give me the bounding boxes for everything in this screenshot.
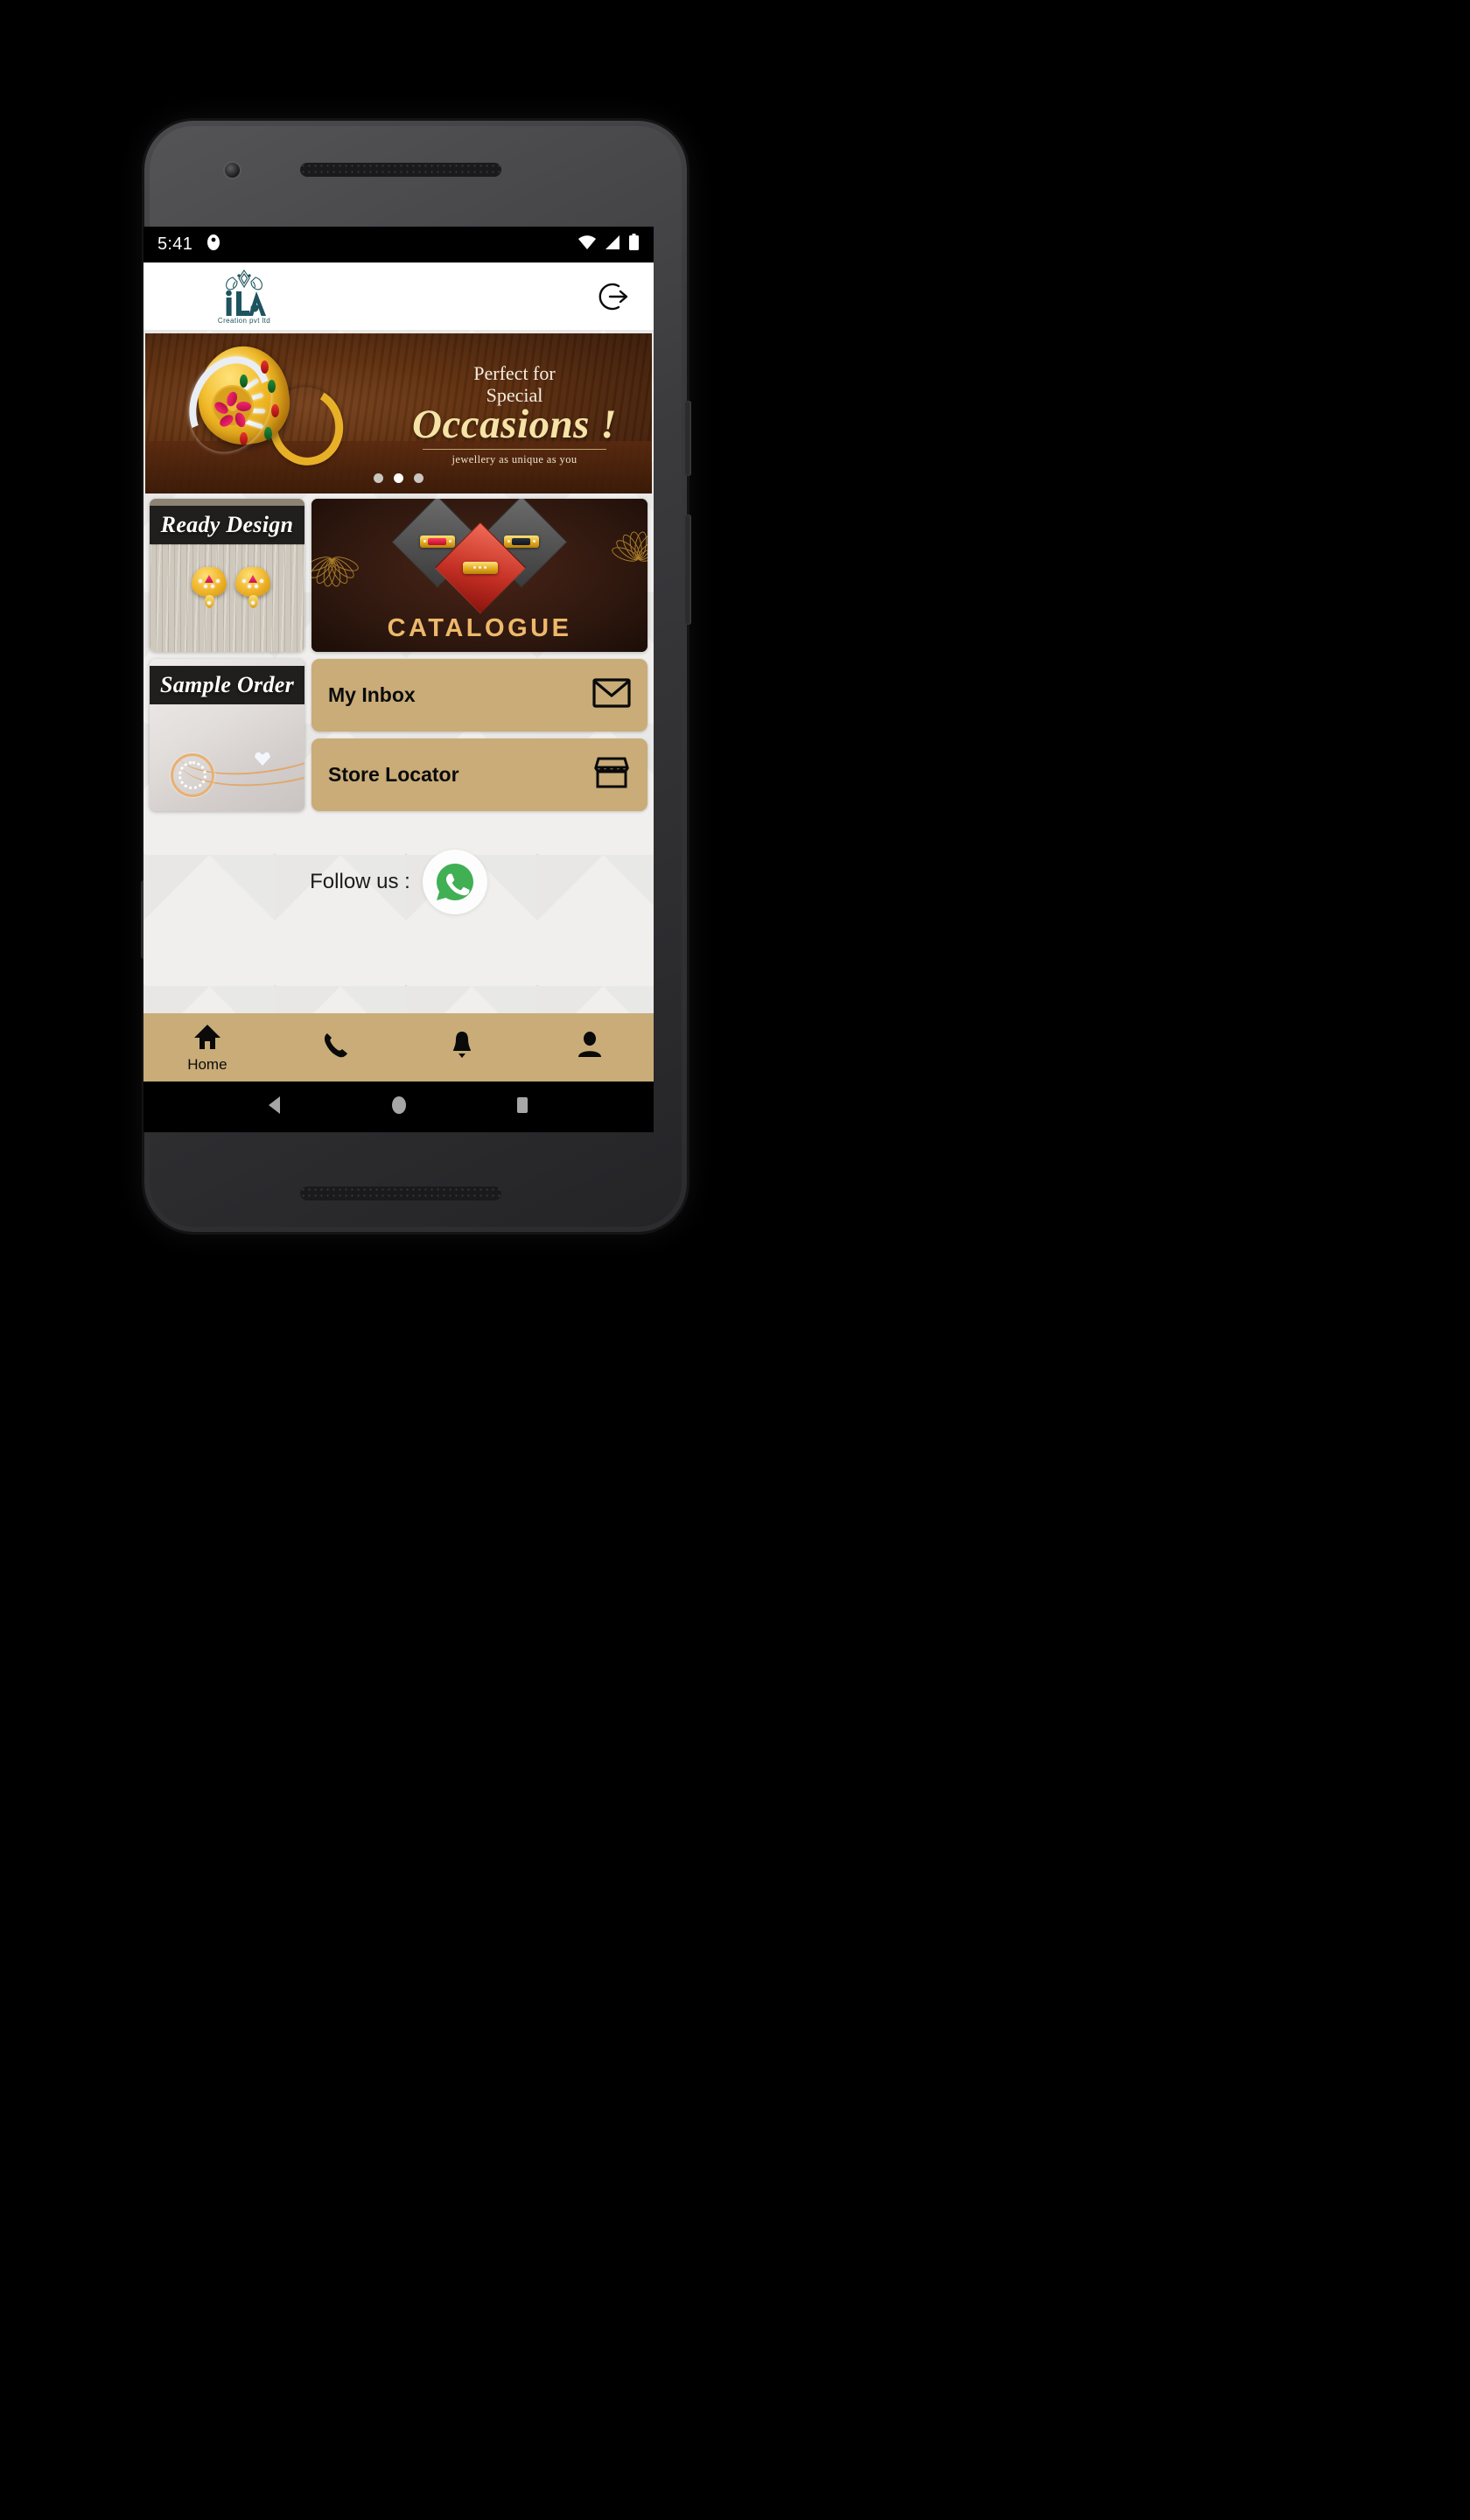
ready-design-label: Ready Design <box>160 512 294 537</box>
catalogue-tile[interactable]: CATALOGUE <box>312 499 648 652</box>
sample-order-label: Sample Order <box>159 672 295 697</box>
carousel-dot[interactable] <box>374 473 383 483</box>
my-inbox-label: My Inbox <box>328 683 416 706</box>
hero-carousel[interactable]: Perfect for Special Occasions ! jeweller… <box>145 333 652 494</box>
carousel-dots <box>145 473 652 483</box>
earring-right <box>235 567 270 608</box>
ready-design-banner: Ready Design <box>150 506 304 544</box>
catalogue-collage <box>391 499 568 614</box>
earpiece-speaker <box>300 163 501 177</box>
tiles-column-right: CATALOGUE My Inbox Store Locator <box>312 499 648 811</box>
nav-item-profile[interactable] <box>526 1031 654 1065</box>
nav-label-home: Home <box>187 1056 228 1073</box>
volume-button[interactable] <box>685 514 691 625</box>
tiles-grid: Ready Design Sample Order CATALOGUE My I… <box>144 494 654 811</box>
status-indicators <box>578 233 640 256</box>
catalogue-label: CATALOGUE <box>387 614 572 642</box>
home-icon <box>192 1023 222 1055</box>
storefront-icon <box>592 756 631 794</box>
tiles-column-left: Ready Design Sample Order <box>150 499 304 811</box>
wifi-icon <box>578 234 597 256</box>
person-icon <box>577 1031 603 1063</box>
store-locator-button[interactable]: Store Locator <box>312 738 648 811</box>
battery-icon <box>628 233 640 256</box>
nav-item-notifications[interactable] <box>399 1030 527 1066</box>
hero-line-1: Perfect for <box>473 362 556 384</box>
bottom-speaker <box>300 1186 501 1200</box>
nav-item-home[interactable]: Home <box>144 1023 271 1072</box>
sample-order-tile[interactable]: Sample Order <box>150 659 304 811</box>
mandala-ornament-left <box>312 511 360 607</box>
my-inbox-button[interactable]: My Inbox <box>312 659 648 732</box>
necklace-pendant <box>171 753 214 797</box>
ready-design-tile[interactable]: Ready Design <box>150 499 304 652</box>
phone-screen: 5:41 Creation pvt ltd Perfect for Specia… <box>144 227 654 1132</box>
app-logo: Creation pvt ltd <box>215 268 273 325</box>
follow-us-label: Follow us : <box>310 870 410 893</box>
carousel-dot[interactable] <box>414 473 424 483</box>
bell-icon <box>449 1030 475 1064</box>
phone-icon <box>321 1031 349 1063</box>
mandala-ornament-right <box>609 511 648 607</box>
hero-tagline: jewellery as unique as you <box>452 453 578 466</box>
nav-item-call[interactable] <box>271 1031 399 1065</box>
store-locator-label: Store Locator <box>328 763 459 786</box>
status-clock: 5:41 <box>158 234 193 254</box>
bottom-navigation-bar: Home <box>144 1013 654 1082</box>
power-button[interactable] <box>685 401 691 476</box>
logo-gem-crown-icon <box>215 268 273 318</box>
main-content: Perfect for Special Occasions ! jeweller… <box>144 330 654 1013</box>
app-notification-icon <box>205 234 222 256</box>
whatsapp-icon[interactable] <box>422 850 487 914</box>
follow-us-section: Follow us : <box>144 811 654 941</box>
back-triangle-icon[interactable] <box>264 1094 287 1121</box>
carousel-dot[interactable] <box>394 473 403 483</box>
sample-order-banner: Sample Order <box>150 666 304 704</box>
envelope-icon <box>592 678 631 712</box>
home-circle-icon[interactable] <box>388 1094 410 1121</box>
front-camera <box>225 163 240 178</box>
earring-left <box>192 567 227 608</box>
hero-ring-image <box>175 340 352 473</box>
android-navigation-bar <box>144 1082 654 1132</box>
status-bar: 5:41 <box>144 227 654 262</box>
hero-text-block: Perfect for Special Occasions ! jeweller… <box>396 362 633 466</box>
recents-square-icon[interactable] <box>511 1094 534 1121</box>
cellular-signal-icon <box>604 234 621 256</box>
app-header: Creation pvt ltd <box>144 262 654 330</box>
ready-design-photo <box>150 544 304 652</box>
logout-icon[interactable] <box>594 276 634 317</box>
hero-headline: Occasions ! <box>412 402 617 448</box>
hero-divider <box>423 449 606 451</box>
